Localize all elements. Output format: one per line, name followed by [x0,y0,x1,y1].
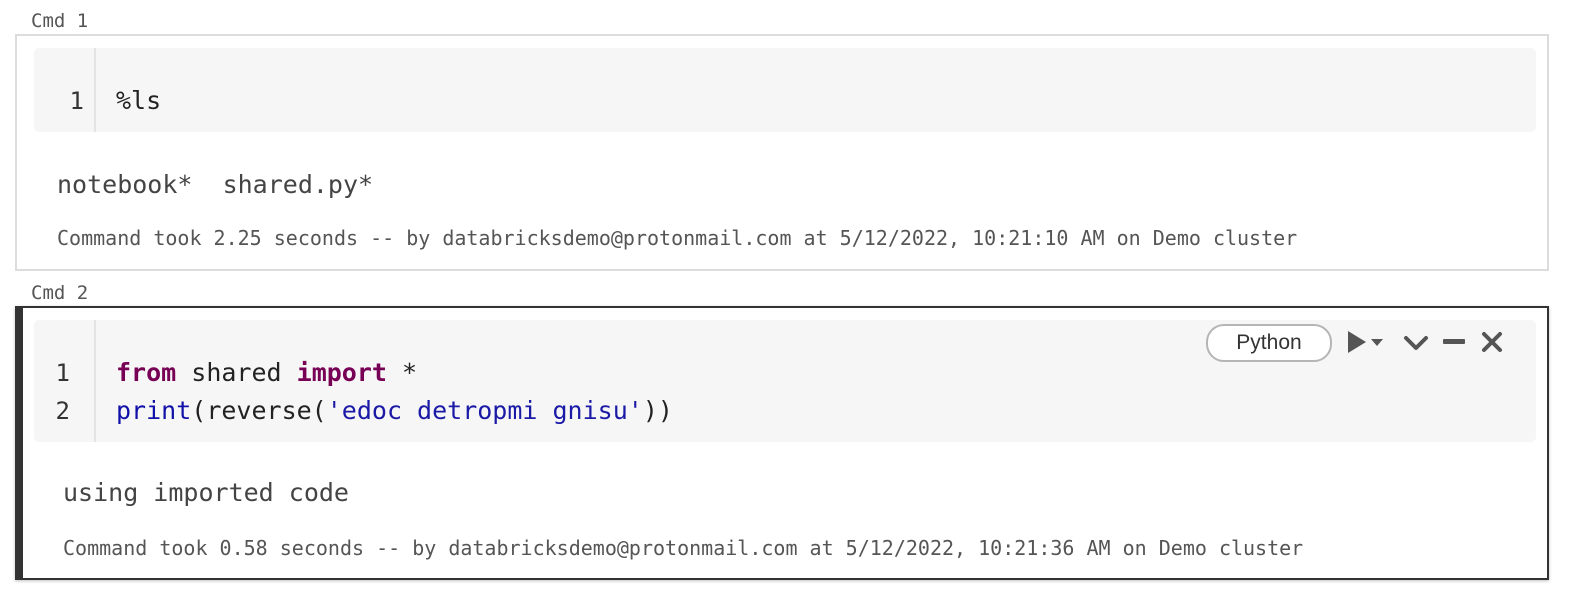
code-line[interactable]: print(reverse('edoc detropmi gnisu')) [116,392,673,430]
close-icon[interactable] [1478,326,1506,358]
language-button[interactable]: Python [1206,324,1332,362]
run-dropdown-icon[interactable] [1344,326,1390,358]
keyword-import: import [296,358,387,387]
line-number: 1 [55,359,70,387]
cmd-2-output: using imported code [63,478,349,507]
cmd-2-cell[interactable]: 1 2 from shared import * print(reverse('… [15,306,1549,580]
code-line[interactable]: from shared import * [116,354,417,392]
cmd-1-editor[interactable]: 1 %ls [34,48,1536,132]
code-token: shared [176,358,297,387]
cmd-1-output: notebook* shared.py* [57,170,374,199]
cmd-1-label: Cmd 1 [31,10,89,32]
code-token: (reverse( [191,396,327,425]
chevron-down-icon[interactable] [1402,326,1430,358]
code-token: * [386,358,418,387]
cmd-1-cell[interactable]: 1 %ls notebook* shared.py* Command took … [15,34,1549,271]
line-number: 1 [69,87,84,115]
builtin-print: print [116,396,192,425]
cmd-1-command-took: Command took 2.25 seconds -- by databric… [57,226,1298,250]
string-literal: 'edoc detropmi gnisu' [326,396,643,425]
line-number: 2 [55,397,70,425]
cmd-2-label: Cmd 2 [31,282,89,304]
code-line[interactable]: %ls [116,82,161,120]
keyword-from: from [116,358,177,387]
cmd-2-command-took: Command took 0.58 seconds -- by databric… [63,536,1304,560]
cmd-2-editor[interactable]: 1 2 from shared import * print(reverse('… [34,320,1536,442]
code-token: )) [642,396,673,425]
minimize-icon[interactable] [1440,326,1468,358]
